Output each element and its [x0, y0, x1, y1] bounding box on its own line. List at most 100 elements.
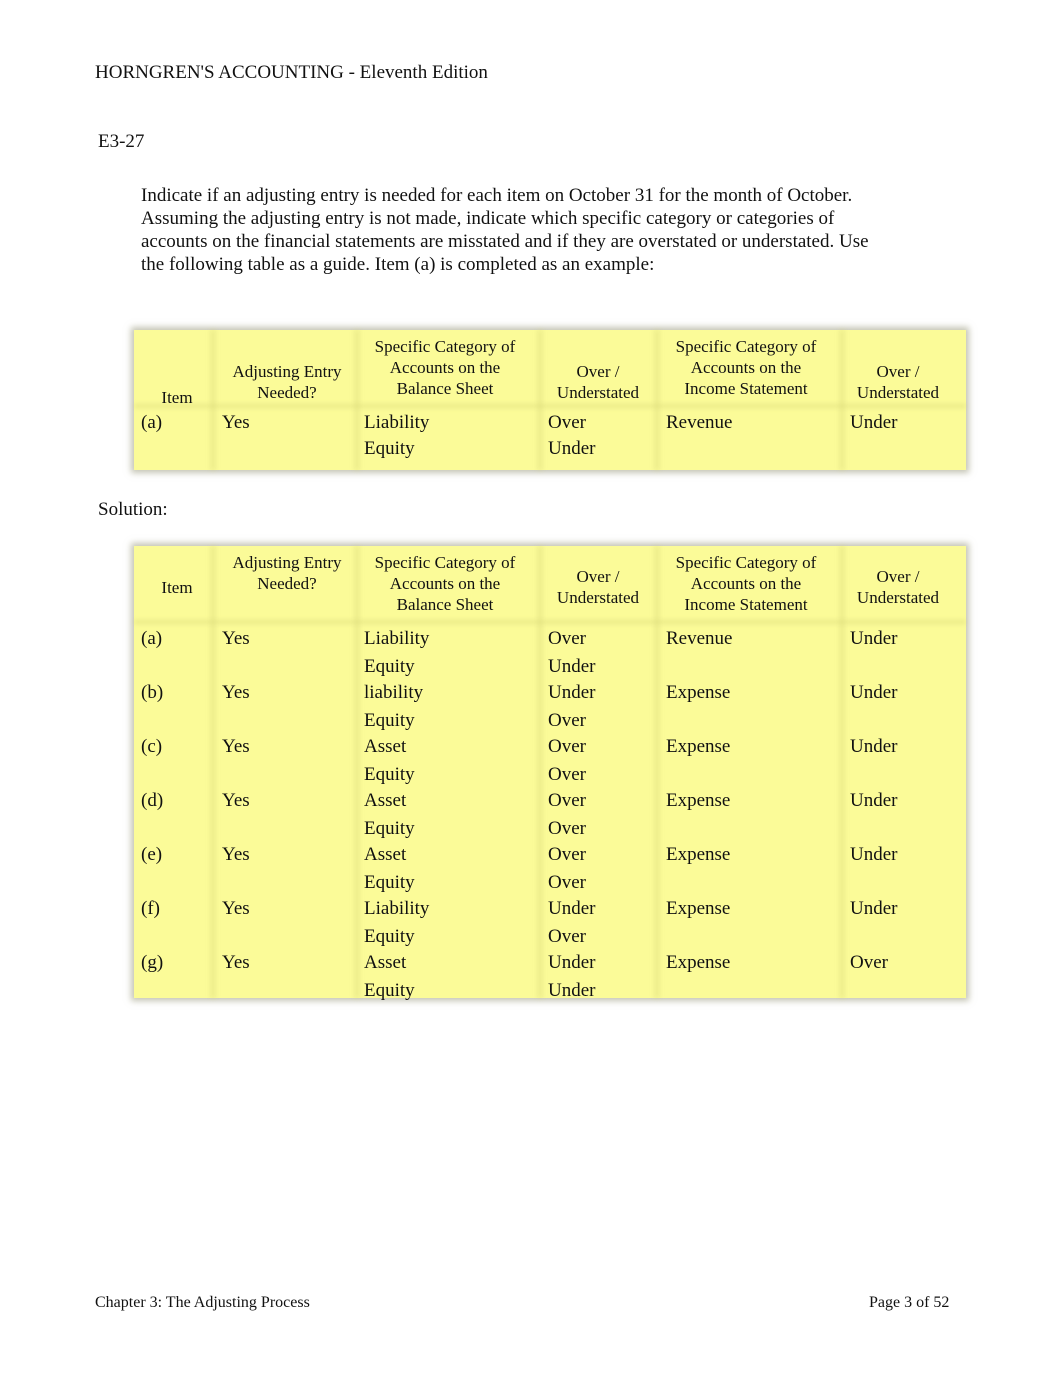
header-adjusting-entry-needed: Adjusting Entry Needed? — [232, 362, 342, 402]
table-row: Equity Under — [134, 438, 966, 464]
row-is-over-under: Under — [850, 682, 898, 703]
row-bs-category: Asset — [364, 844, 407, 865]
row-bs-category: Liability — [364, 412, 430, 433]
example-table-header: Item Adjusting Entry Needed? Specific Ca… — [134, 330, 966, 412]
row-bs-over-under: Under — [548, 898, 596, 919]
row-bs-over-under: Over — [548, 628, 586, 649]
row-item: (e) — [141, 844, 163, 865]
row-bs-category: liability — [364, 682, 424, 703]
table-row: (g) Yes Asset Under Expense Over — [134, 952, 966, 980]
row-is-over-under: Under — [850, 790, 898, 811]
footer-chapter: Chapter 3: The Adjusting Process — [95, 1294, 310, 1311]
row-bs-category: Liability — [364, 898, 430, 919]
row-item: (b) — [141, 682, 164, 703]
row-is-category: Expense — [666, 682, 731, 703]
row-bs-over-under: Under — [548, 682, 596, 703]
table-row: (a) Yes Liability Over Revenue Under — [134, 412, 966, 438]
row-bs-over-under: Over — [548, 736, 586, 757]
header-balance-sheet-category: Specific Category of Accounts on the Bal… — [374, 553, 516, 614]
row-is-category: Expense — [666, 790, 731, 811]
header-balance-sheet-category: Specific Category of Accounts on the Bal… — [374, 337, 516, 398]
row-bs-category: Equity — [364, 926, 415, 947]
solution-table-header: Item Adjusting Entry Needed? Specific Ca… — [134, 546, 966, 628]
header-is-over-understated: Over / Understated — [856, 362, 940, 402]
table-row: (c) Yes Asset Over Expense Under — [134, 736, 966, 764]
row-adjusting-needed: Yes — [222, 736, 250, 757]
table-row: (b) Yes liability Under Expense Under — [134, 682, 966, 710]
row-bs-category: Asset — [364, 790, 407, 811]
row-item: (c) — [141, 736, 163, 757]
table-row: (d) Yes Asset Over Expense Under — [134, 790, 966, 818]
row-is-over-under: Under — [850, 736, 898, 757]
row-bs-over-under: Under — [548, 952, 596, 973]
header-bs-over-understated: Over / Understated — [556, 362, 640, 402]
row-adjusting-needed: Yes — [222, 412, 250, 433]
exercise-id: E3-27 — [98, 131, 145, 152]
row-adjusting-needed: Yes — [222, 898, 250, 919]
row-bs-over-under: Over — [548, 926, 586, 947]
document-header-title: HORNGREN'S ACCOUNTING - Eleventh Edition — [95, 62, 488, 83]
row-is-over-under: Under — [850, 412, 898, 433]
row-adjusting-needed: Yes — [222, 952, 250, 973]
footer-page-number: Page 3 of 52 — [869, 1294, 950, 1311]
row-bs-over-under: Over — [548, 790, 586, 811]
row-bs-over-under: Under — [548, 438, 596, 459]
row-bs-category: Equity — [364, 656, 415, 677]
row-bs-category: Asset — [364, 952, 407, 973]
row-is-category: Expense — [666, 898, 731, 919]
row-bs-over-under: Over — [548, 872, 586, 893]
row-bs-category: Liability — [364, 628, 430, 649]
row-bs-category: Equity — [364, 818, 415, 839]
row-is-over-under: Under — [850, 898, 898, 919]
row-bs-category: Equity — [364, 872, 415, 893]
header-adjusting-entry-needed: Adjusting Entry Needed? — [232, 553, 342, 593]
row-item: (f) — [141, 898, 160, 919]
row-bs-over-under: Over — [548, 818, 586, 839]
exercise-instructions: Indicate if an adjusting entry is needed… — [141, 185, 869, 275]
row-is-over-under: Over — [850, 952, 888, 973]
row-is-category: Expense — [666, 844, 731, 865]
table-row: Equity Over — [134, 764, 966, 790]
row-adjusting-needed: Yes — [222, 628, 250, 649]
row-item: (d) — [141, 790, 164, 811]
table-row: Equity Over — [134, 710, 966, 736]
row-is-category: Revenue — [666, 628, 733, 649]
row-item: (a) — [141, 628, 163, 649]
row-bs-over-under: Over — [548, 844, 586, 865]
row-is-over-under: Under — [850, 628, 898, 649]
header-income-statement-category: Specific Category of Accounts on the Inc… — [675, 553, 817, 614]
row-adjusting-needed: Yes — [222, 844, 250, 865]
example-table: Item Adjusting Entry Needed? Specific Ca… — [134, 330, 966, 470]
row-is-category: Expense — [666, 952, 731, 973]
row-bs-over-under: Over — [548, 710, 586, 731]
row-adjusting-needed: Yes — [222, 790, 250, 811]
header-income-statement-category: Specific Category of Accounts on the Inc… — [675, 337, 817, 398]
row-bs-category: Equity — [364, 710, 415, 731]
row-bs-category: Equity — [364, 764, 415, 785]
table-row: (e) Yes Asset Over Expense Under — [134, 844, 966, 872]
row-bs-category: Asset — [364, 736, 407, 757]
table-row: Equity Over — [134, 818, 966, 844]
table-row: Equity Under — [134, 656, 966, 682]
header-item: Item — [161, 578, 193, 597]
table-row: Equity Over — [134, 872, 966, 898]
table-row: (f) Yes Liability Under Expense Under — [134, 898, 966, 926]
row-is-over-under: Under — [850, 844, 898, 865]
solution-table: Item Adjusting Entry Needed? Specific Ca… — [134, 546, 966, 1001]
row-bs-over-under: Over — [548, 764, 586, 785]
table-row: (a) Yes Liability Over Revenue Under — [134, 628, 966, 656]
row-is-category: Revenue — [666, 412, 733, 433]
row-bs-category: Equity — [364, 438, 415, 459]
row-item: (a) — [141, 412, 163, 433]
table-row: Equity Over — [134, 926, 966, 952]
table-row: Equity Under — [134, 980, 966, 1006]
row-bs-category: Equity — [364, 980, 415, 1001]
row-bs-over-under: Over — [548, 412, 586, 433]
header-item: Item — [161, 388, 193, 407]
header-bs-over-understated: Over / Understated — [556, 567, 640, 607]
row-bs-over-under: Under — [548, 656, 596, 677]
row-is-category: Expense — [666, 736, 731, 757]
solution-label: Solution: — [98, 499, 168, 520]
row-bs-over-under: Under — [548, 980, 596, 1001]
header-is-over-understated: Over / Understated — [856, 567, 940, 607]
